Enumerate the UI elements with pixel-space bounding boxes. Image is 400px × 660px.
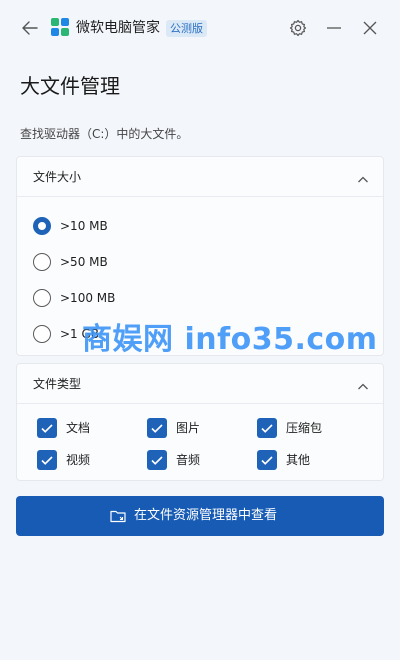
watermark-text: 商娱网 info35.com [82, 322, 378, 357]
checkbox-checked[interactable] [147, 418, 167, 438]
type-option-label: 文档 [66, 421, 91, 435]
file-type-title: 文件类型 [33, 377, 82, 391]
open-in-explorer-button[interactable]: 在文件资源管理器中查看 [16, 496, 384, 536]
close-icon[interactable] [360, 18, 380, 38]
beta-badge: 公测版 [166, 20, 207, 37]
radio-checked[interactable] [33, 217, 51, 235]
file-type-header[interactable]: 文件类型 [17, 364, 383, 404]
checkbox-checked[interactable] [37, 418, 57, 438]
title-bar: 微软电脑管家 公测版 [0, 0, 400, 56]
folder-icon [109, 507, 127, 525]
type-option-documents[interactable]: 文档 [37, 418, 137, 438]
type-option-label: 视频 [66, 453, 91, 467]
checkbox-checked[interactable] [147, 450, 167, 470]
type-option-images[interactable]: 图片 [147, 418, 247, 438]
type-option-other[interactable]: 其他 [257, 450, 357, 470]
type-option-audio[interactable]: 音频 [147, 450, 247, 470]
chevron-up-icon[interactable] [357, 378, 369, 390]
type-option-archives[interactable]: 压缩包 [257, 418, 357, 438]
checkbox-checked[interactable] [257, 450, 277, 470]
app-logo-icon [51, 18, 69, 36]
page-title: 大文件管理 [20, 74, 120, 98]
type-option-videos[interactable]: 视频 [37, 450, 137, 470]
file-type-panel: 文件类型 文档 图片 压缩包 视频 音频 其他 [16, 363, 384, 481]
size-option-label: >50 MB [60, 255, 108, 269]
size-option-label: >100 MB [60, 291, 116, 305]
minimize-icon[interactable] [324, 18, 344, 38]
chevron-up-icon[interactable] [357, 171, 369, 183]
app-name: 微软电脑管家 [76, 20, 160, 36]
type-option-label: 音频 [176, 453, 201, 467]
back-arrow-icon[interactable] [20, 18, 40, 38]
size-option-10mb[interactable]: >10 MB [33, 216, 233, 236]
type-option-label: 图片 [176, 421, 201, 435]
radio-unchecked[interactable] [33, 289, 51, 307]
checkbox-checked[interactable] [37, 450, 57, 470]
type-option-label: 其他 [286, 453, 311, 467]
gear-icon[interactable] [288, 18, 308, 38]
checkbox-checked[interactable] [257, 418, 277, 438]
size-option-50mb[interactable]: >50 MB [33, 252, 233, 272]
open-in-explorer-label: 在文件资源管理器中查看 [134, 508, 278, 523]
file-size-header[interactable]: 文件大小 [17, 157, 383, 197]
radio-unchecked[interactable] [33, 325, 51, 343]
type-option-label: 压缩包 [286, 421, 323, 435]
page-description: 查找驱动器（C:）中的大文件。 [20, 127, 189, 141]
radio-unchecked[interactable] [33, 253, 51, 271]
file-size-title: 文件大小 [33, 170, 82, 184]
size-option-100mb[interactable]: >100 MB [33, 288, 233, 308]
size-option-label: >10 MB [60, 219, 108, 233]
